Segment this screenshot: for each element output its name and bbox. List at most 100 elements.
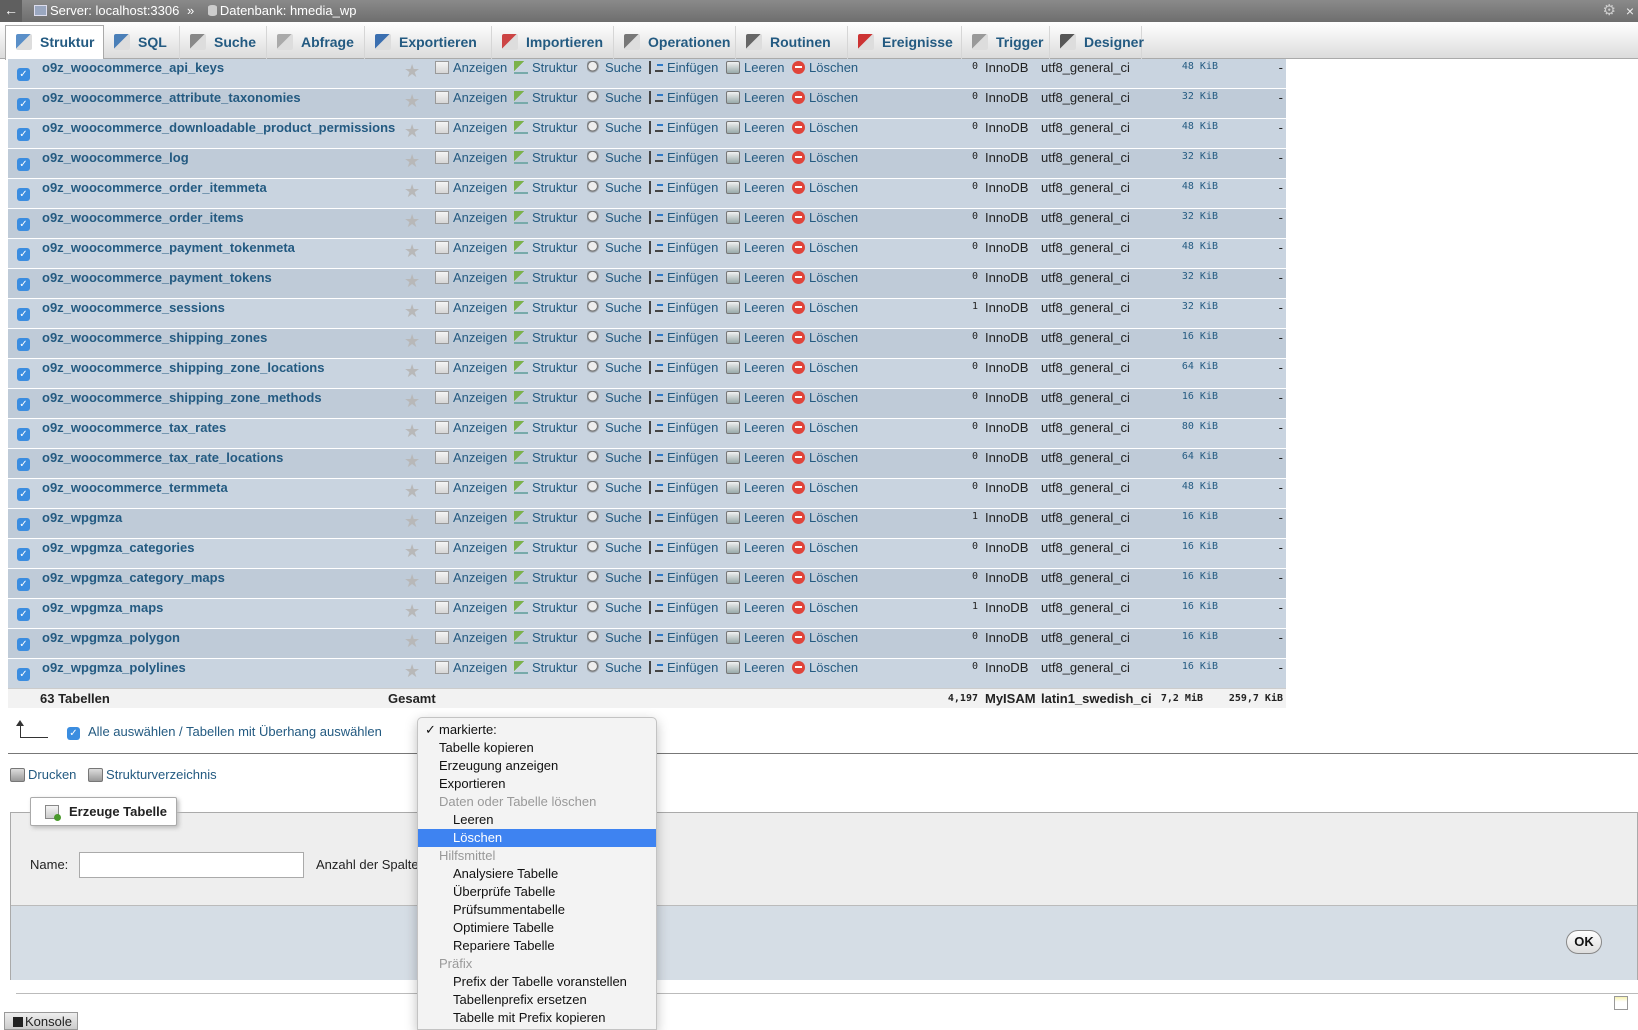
empty-link[interactable]: Leeren xyxy=(726,450,784,465)
structure-link[interactable]: Struktur xyxy=(514,390,578,405)
row-checkbox[interactable]: ✓ xyxy=(17,638,30,651)
drop-link[interactable]: Löschen xyxy=(792,600,858,615)
gear-icon[interactable]: ⚙ xyxy=(1603,0,1616,22)
structure-link[interactable]: Struktur xyxy=(514,660,578,675)
tab-sql[interactable]: SQL xyxy=(104,26,180,59)
view-link[interactable]: Anzeigen xyxy=(435,270,507,285)
insert-link[interactable]: Einfügen xyxy=(649,210,718,225)
favorite-star-icon[interactable]: ★ xyxy=(404,62,420,80)
search-link[interactable]: Suche xyxy=(587,120,642,135)
dropdown-option[interactable]: Leeren xyxy=(418,811,656,829)
table-row[interactable]: ✓ o9z_woocommerce_termmeta ★ Anzeigen Strukt… xyxy=(8,479,1286,509)
insert-link[interactable]: Einfügen xyxy=(649,150,718,165)
row-checkbox[interactable]: ✓ xyxy=(17,668,30,681)
breadcrumb-database[interactable]: Datenbank: hmedia_wp xyxy=(220,3,357,18)
view-link[interactable]: Anzeigen xyxy=(435,360,507,375)
drop-link[interactable]: Löschen xyxy=(792,630,858,645)
table-name-link[interactable]: o9z_wpgmza_polygon xyxy=(42,630,180,645)
search-link[interactable]: Suche xyxy=(587,90,642,105)
insert-link[interactable]: Einfügen xyxy=(649,600,718,615)
view-link[interactable]: Anzeigen xyxy=(435,570,507,585)
breadcrumb-server[interactable]: Server: localhost:3306 xyxy=(50,3,179,18)
view-link[interactable]: Anzeigen xyxy=(435,330,507,345)
structure-link[interactable]: Struktur xyxy=(514,150,578,165)
table-row[interactable]: ✓ o9z_woocommerce_payment_tokenmeta ★ Anzei… xyxy=(8,239,1286,269)
drop-link[interactable]: Löschen xyxy=(792,420,858,435)
empty-link[interactable]: Leeren xyxy=(726,60,784,75)
dropdown-option[interactable]: Löschen xyxy=(418,829,656,847)
table-name-link[interactable]: o9z_woocommerce_api_keys xyxy=(42,60,224,75)
empty-link[interactable]: Leeren xyxy=(726,480,784,495)
view-link[interactable]: Anzeigen xyxy=(435,60,507,75)
table-name-link[interactable]: o9z_woocommerce_payment_tokens xyxy=(42,270,272,285)
empty-link[interactable]: Leeren xyxy=(726,90,784,105)
favorite-star-icon[interactable]: ★ xyxy=(404,482,420,500)
view-link[interactable]: Anzeigen xyxy=(435,90,507,105)
search-link[interactable]: Suche xyxy=(587,420,642,435)
structure-link[interactable]: Struktur xyxy=(514,210,578,225)
row-checkbox[interactable]: ✓ xyxy=(17,308,30,321)
insert-link[interactable]: Einfügen xyxy=(649,360,718,375)
table-name-link[interactable]: o9z_woocommerce_shipping_zone_methods xyxy=(42,390,322,405)
drop-link[interactable]: Löschen xyxy=(792,450,858,465)
insert-link[interactable]: Einfügen xyxy=(649,390,718,405)
data-dictionary-link[interactable]: Strukturverzeichnis xyxy=(106,767,217,782)
table-row[interactable]: ✓ o9z_woocommerce_log ★ Anzeigen Struktur Suc… xyxy=(8,149,1286,179)
insert-link[interactable]: Einfügen xyxy=(649,510,718,525)
view-link[interactable]: Anzeigen xyxy=(435,390,507,405)
table-row[interactable]: ✓ o9z_wpgmza ★ Anzeigen Struktur Suche Einfüge… xyxy=(8,509,1286,539)
dropdown-option[interactable]: Überprüfe Tabelle xyxy=(418,883,656,901)
favorite-star-icon[interactable]: ★ xyxy=(404,452,420,470)
table-name-link[interactable]: o9z_woocommerce_shipping_zone_locations xyxy=(42,360,324,375)
row-checkbox[interactable]: ✓ xyxy=(17,548,30,561)
insert-link[interactable]: Einfügen xyxy=(649,480,718,495)
view-link[interactable]: Anzeigen xyxy=(435,150,507,165)
insert-link[interactable]: Einfügen xyxy=(649,540,718,555)
table-row[interactable]: ✓ o9z_woocommerce_sessions ★ Anzeigen Strukt… xyxy=(8,299,1286,329)
favorite-star-icon[interactable]: ★ xyxy=(404,302,420,320)
view-link[interactable]: Anzeigen xyxy=(435,510,507,525)
favorite-star-icon[interactable]: ★ xyxy=(404,662,420,680)
row-checkbox[interactable]: ✓ xyxy=(17,368,30,381)
empty-link[interactable]: Leeren xyxy=(726,390,784,405)
favorite-star-icon[interactable]: ★ xyxy=(404,212,420,230)
favorite-star-icon[interactable]: ★ xyxy=(404,542,420,560)
tab-exportieren[interactable]: Exportieren xyxy=(365,26,492,59)
table-name-link[interactable]: o9z_wpgmza_category_maps xyxy=(42,570,225,585)
search-link[interactable]: Suche xyxy=(587,240,642,255)
row-checkbox[interactable]: ✓ xyxy=(17,518,30,531)
table-row[interactable]: ✓ o9z_wpgmza_polylines ★ Anzeigen Struktur Su… xyxy=(8,659,1286,689)
table-row[interactable]: ✓ o9z_wpgmza_categories ★ Anzeigen Struktur S… xyxy=(8,539,1286,569)
view-link[interactable]: Anzeigen xyxy=(435,600,507,615)
structure-link[interactable]: Struktur xyxy=(514,480,578,495)
table-name-link[interactable]: o9z_woocommerce_sessions xyxy=(42,300,225,315)
tab-abfrage[interactable]: Abfrage xyxy=(267,26,365,59)
print-link[interactable]: Drucken xyxy=(28,767,76,782)
favorite-star-icon[interactable]: ★ xyxy=(404,632,420,650)
tab-trigger[interactable]: Trigger xyxy=(962,26,1050,59)
row-checkbox[interactable]: ✓ xyxy=(17,98,30,111)
insert-link[interactable]: Einfügen xyxy=(649,120,718,135)
ok-button[interactable]: OK xyxy=(1566,930,1602,954)
insert-link[interactable]: Einfügen xyxy=(649,180,718,195)
table-name-link[interactable]: o9z_woocommerce_tax_rates xyxy=(42,420,226,435)
table-row[interactable]: ✓ o9z_woocommerce_shipping_zone_methods ★ A… xyxy=(8,389,1286,419)
row-checkbox[interactable]: ✓ xyxy=(17,278,30,291)
search-link[interactable]: Suche xyxy=(587,660,642,675)
insert-link[interactable]: Einfügen xyxy=(649,450,718,465)
drop-link[interactable]: Löschen xyxy=(792,240,858,255)
empty-link[interactable]: Leeren xyxy=(726,570,784,585)
table-row[interactable]: ✓ o9z_wpgmza_category_maps ★ Anzeigen Strukt… xyxy=(8,569,1286,599)
table-name-link[interactable]: o9z_woocommerce_shipping_zones xyxy=(42,330,267,345)
dropdown-option[interactable]: Tabelle kopieren xyxy=(418,739,656,757)
table-row[interactable]: ✓ o9z_woocommerce_order_items ★ Anzeigen Str… xyxy=(8,209,1286,239)
view-link[interactable]: Anzeigen xyxy=(435,180,507,195)
empty-link[interactable]: Leeren xyxy=(726,660,784,675)
table-row[interactable]: ✓ o9z_woocommerce_payment_tokens ★ Anzeigen… xyxy=(8,269,1286,299)
table-name-link[interactable]: o9z_woocommerce_payment_tokenmeta xyxy=(42,240,295,255)
console-button[interactable]: Konsole xyxy=(4,1012,78,1030)
table-name-link[interactable]: o9z_woocommerce_termmeta xyxy=(42,480,228,495)
empty-link[interactable]: Leeren xyxy=(726,270,784,285)
dropdown-option[interactable]: Prefix der Tabelle voranstellen xyxy=(418,973,656,991)
empty-link[interactable]: Leeren xyxy=(726,120,784,135)
